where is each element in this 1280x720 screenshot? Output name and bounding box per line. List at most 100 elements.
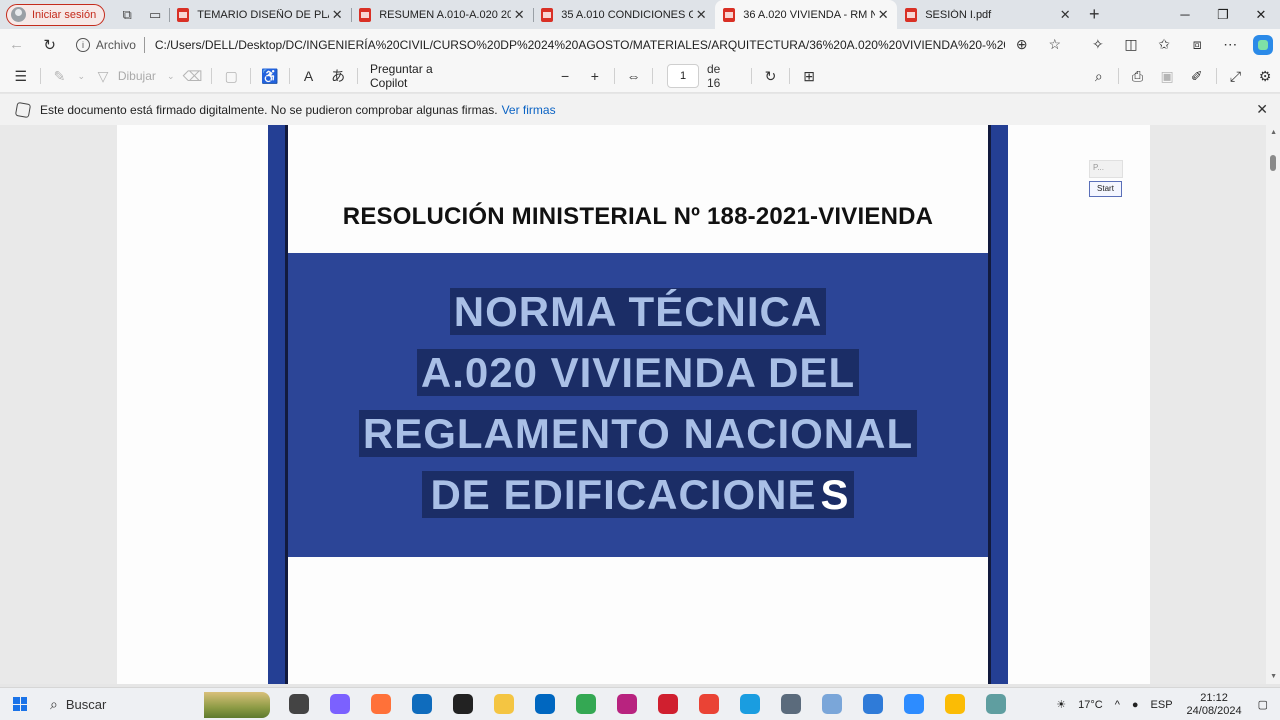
chevron-down-icon[interactable]: ⌄ <box>164 61 178 91</box>
language-indicator[interactable]: ESP <box>1145 699 1179 711</box>
close-icon[interactable]: ✕ <box>1256 101 1268 118</box>
zoom-in-icon[interactable]: + <box>580 61 610 91</box>
calculator-icon[interactable] <box>770 688 811 720</box>
autocad-icon[interactable] <box>647 688 688 720</box>
scrollbar-thumb[interactable] <box>1270 155 1276 171</box>
maximize-button[interactable]: ❐ <box>1204 0 1242 29</box>
favorites-icon[interactable]: ✩ <box>1148 29 1181 60</box>
tab-close-icon[interactable]: ✕ <box>693 7 709 23</box>
photos-icon[interactable] <box>852 688 893 720</box>
mail-icon[interactable] <box>401 688 442 720</box>
right-border-bar <box>988 125 1008 684</box>
more-options-icon[interactable]: ⋯ <box>1214 29 1247 60</box>
tab-sesion[interactable]: SESIÓN I.pdf ✕ <box>897 0 1079 29</box>
scroll-down-icon[interactable]: ▼ <box>1270 673 1277 680</box>
vertical-scrollbar[interactable]: ▲ ▼ <box>1266 125 1280 684</box>
chevron-down-icon[interactable]: ⌄ <box>74 61 88 91</box>
minimize-button[interactable]: ─ <box>1166 0 1204 29</box>
close-window-button[interactable]: ✕ <box>1242 0 1280 29</box>
tab-close-icon[interactable]: ✕ <box>875 7 891 23</box>
draw-icon[interactable]: ▽ <box>88 61 118 91</box>
weather-icon[interactable]: ☀ <box>1050 698 1072 711</box>
info-icon[interactable]: i <box>76 37 90 52</box>
eraser-icon[interactable]: ⌫ <box>178 61 208 91</box>
taskbar-apps <box>278 688 1016 720</box>
tab-resumen[interactable]: RESUMEN A.010-A.020 2024.pdf ✕ <box>351 0 533 29</box>
tab-vivienda[interactable]: 36 A.020 VIVIENDA - RM Nº 188 ✕ <box>715 0 898 29</box>
ask-copilot-button[interactable]: Preguntar a Copilot <box>370 62 472 90</box>
tab-actions-icon[interactable]: ▭ <box>141 1 169 29</box>
chrome-icon-3[interactable] <box>934 688 975 720</box>
favorite-star-icon[interactable]: ☆ <box>1038 29 1071 60</box>
new-tab-button[interactable]: + <box>1079 0 1109 29</box>
clock[interactable]: 21:12 24/08/2024 <box>1179 692 1252 718</box>
refresh-button[interactable]: ↻ <box>33 29 66 60</box>
app-glyph <box>780 694 801 714</box>
zoom-icon[interactable]: ⊕ <box>1005 29 1038 60</box>
url-text[interactable]: C:/Users/DELL/Desktop/DC/INGENIERÍA%20CI… <box>155 38 1005 52</box>
taskbar-search[interactable]: ⌕ Buscar <box>40 688 270 720</box>
left-border-bar <box>268 125 288 684</box>
coreldraw-icon[interactable] <box>606 688 647 720</box>
copilot-icon <box>1253 34 1274 55</box>
tab-close-icon[interactable]: ✕ <box>511 7 527 23</box>
tab-label: SESIÓN I.pdf <box>925 8 992 21</box>
paint-icon[interactable] <box>811 688 852 720</box>
fullscreen-icon[interactable]: ⤢ <box>1221 61 1251 91</box>
store-icon[interactable] <box>524 688 565 720</box>
fit-page-icon[interactable]: ⇔ <box>619 61 649 91</box>
task-view-icon[interactable] <box>278 688 319 720</box>
chrome-icon[interactable] <box>565 688 606 720</box>
tab-condiciones[interactable]: 35 A.010 CONDICIONES GENERALES ✕ <box>533 0 715 29</box>
copilot-icon[interactable] <box>319 688 360 720</box>
floating-widget[interactable]: P... <box>1089 160 1123 178</box>
scroll-up-icon[interactable]: ▲ <box>1270 129 1277 136</box>
zoom-out-icon[interactable]: − <box>550 61 580 91</box>
tab-close-icon[interactable]: ✕ <box>1057 7 1073 23</box>
save-as-icon[interactable]: ✐ <box>1182 61 1212 91</box>
view-signatures-link[interactable]: Ver firmas <box>502 103 556 117</box>
chevron-up-icon[interactable]: ^ <box>1109 699 1126 711</box>
tab-label: RESUMEN A.010-A.020 2024.pdf <box>379 8 512 21</box>
tab-close-icon[interactable]: ✕ <box>329 7 345 23</box>
split-screen-icon[interactable]: ◫ <box>1114 29 1147 60</box>
extensions-icon[interactable]: ✧ <box>1081 29 1114 60</box>
save-icon[interactable]: ▣ <box>1152 61 1182 91</box>
text-box-icon[interactable]: ▢ <box>216 61 246 91</box>
collections-icon[interactable]: ⧈ <box>1181 29 1214 60</box>
dell-icon[interactable] <box>442 688 483 720</box>
snipping-tool-icon[interactable] <box>975 688 1016 720</box>
back-button[interactable]: ← <box>0 29 33 60</box>
windows-start-button[interactable] <box>0 688 40 720</box>
profile-button[interactable]: Iniciar sesión <box>6 3 106 26</box>
zoom-icon[interactable] <box>893 688 934 720</box>
draw-label[interactable]: Dibujar <box>118 69 156 83</box>
page-number-input[interactable]: 1 <box>667 64 699 88</box>
print-icon[interactable]: ⎙ <box>1123 61 1153 91</box>
microphone-icon[interactable]: ● <box>1126 699 1145 711</box>
tab-temario[interactable]: TEMARIO DISEÑO DE PLANOS ✕ <box>169 0 351 29</box>
copilot-sidebar-button[interactable] <box>1247 29 1280 60</box>
search-icon[interactable]: ⌕ <box>1084 61 1114 91</box>
file-explorer-icon[interactable] <box>483 688 524 720</box>
firefox-icon[interactable] <box>360 688 401 720</box>
weather-temperature[interactable]: 17°C <box>1072 699 1109 711</box>
pdf-viewport[interactable]: RESOLUCIÓN MINISTERIAL Nº 188-2021-VIVIE… <box>0 125 1280 684</box>
accessibility-icon[interactable]: ♿ <box>255 61 285 91</box>
translate-icon[interactable]: あ <box>323 61 353 91</box>
contents-icon[interactable]: ☰ <box>6 61 36 91</box>
app-glyph <box>370 694 391 714</box>
start-button[interactable]: Start <box>1089 181 1122 197</box>
highlight-icon[interactable]: ✎ <box>45 61 75 91</box>
workspaces-icon[interactable]: ⧉ <box>113 1 141 29</box>
address-bar[interactable]: i Archivo C:/Users/DELL/Desktop/DC/INGEN… <box>70 32 1005 58</box>
page-view-icon[interactable]: ⊞ <box>794 61 824 91</box>
rotate-icon[interactable]: ↻ <box>756 61 786 91</box>
chrome-icon-2[interactable] <box>688 688 729 720</box>
address-bar-row: ← ↻ i Archivo C:/Users/DELL/Desktop/DC/I… <box>0 29 1280 60</box>
heading-line-text: A.020 VIVIENDA DEL <box>416 349 860 396</box>
settings-gear-icon[interactable]: ⚙ <box>1250 61 1280 91</box>
read-aloud-icon[interactable]: A <box>294 61 324 91</box>
edge-icon[interactable] <box>729 688 770 720</box>
notifications-icon[interactable]: ▢ <box>1252 698 1280 711</box>
